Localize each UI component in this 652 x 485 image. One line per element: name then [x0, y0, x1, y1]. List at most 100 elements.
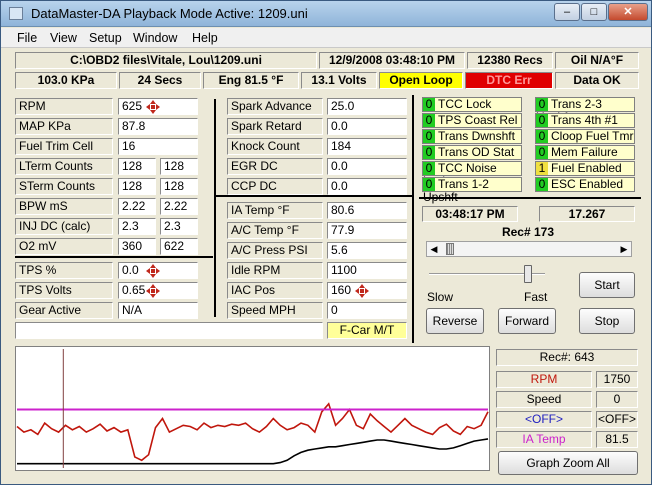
oil-temp: Oil N/A°F — [555, 52, 639, 69]
param-value-2: 128 — [160, 158, 198, 175]
scroll-thumb[interactable] — [446, 243, 455, 255]
menu-window[interactable]: Window — [133, 31, 177, 45]
app-icon — [9, 7, 23, 20]
graph-canvas — [16, 349, 489, 468]
rpm-series-line — [16, 402, 489, 462]
reverse-button[interactable]: Reverse — [426, 308, 484, 334]
param-value: 16 — [118, 138, 198, 155]
graph-channel-label[interactable]: IA Temp — [496, 431, 592, 448]
panel-divider — [412, 95, 414, 343]
panel-divider — [419, 197, 641, 199]
flag-label: TCC Lock — [438, 97, 492, 111]
menu-help[interactable]: Help — [192, 31, 218, 45]
scroll-right-arrow-icon[interactable]: ▶ — [617, 242, 631, 256]
title-bar[interactable]: DataMaster-DA Playback Mode Active: 1209… — [1, 1, 651, 27]
param-value: 128 — [118, 158, 156, 175]
graph-channel-label[interactable]: <OFF> — [496, 411, 592, 428]
adjust-arrows-icon[interactable] — [355, 284, 369, 298]
param-label: Knock Count — [227, 138, 323, 155]
graph-channel-value: <OFF> — [596, 411, 638, 428]
param-value: 0.0 — [327, 178, 407, 195]
secs-status: 24 Secs — [119, 72, 201, 89]
record-datetime: 12/9/2008 03:48:10 PM — [319, 52, 465, 69]
status-flag: 0 Trans 4th #1 — [535, 113, 635, 128]
param-value: 128 — [118, 178, 156, 195]
scroll-left-arrow-icon[interactable]: ◀ — [427, 242, 441, 256]
close-button[interactable]: ✕ — [608, 3, 648, 21]
flag-label: Fuel Enabled — [551, 161, 622, 175]
param-label: Speed MPH — [227, 302, 323, 319]
volts-status: 13.1 Volts — [301, 72, 377, 89]
flag-label: Cloop Fuel Tmr — [551, 129, 634, 143]
vehicle-type-label: F-Car M/T — [327, 322, 407, 339]
param-label: A/C Temp °F — [227, 222, 323, 239]
status-flag: 0 TCC Lock — [422, 97, 522, 112]
param-value: 0 — [327, 302, 407, 319]
status-flag: 0 Trans Dwnshft — [422, 129, 522, 144]
status-flag: 0 Cloop Fuel Tmr — [535, 129, 635, 144]
adjust-arrows-icon[interactable] — [146, 284, 160, 298]
flag-label: Mem Failure — [551, 145, 618, 159]
stop-button[interactable]: Stop — [579, 308, 635, 334]
param-value: 1100 — [327, 262, 407, 279]
notes-field[interactable] — [15, 322, 323, 339]
flag-label: TPS Coast Rel — [438, 113, 518, 127]
speed-slider-thumb[interactable] — [523, 265, 532, 283]
record-scrollbar[interactable]: ◀ ▶ — [426, 241, 632, 257]
graph-zoom-all-button[interactable]: Graph Zoom All — [498, 451, 638, 475]
param-value: 87.8 — [118, 118, 198, 135]
flag-label: Trans OD Stat — [438, 145, 515, 159]
dtc-status: DTC Err — [465, 72, 553, 89]
data-graph[interactable] — [15, 346, 490, 471]
flag-value: 0 — [536, 146, 548, 159]
param-value: 0.0 — [327, 158, 407, 175]
param-label: IAC Pos — [227, 282, 323, 299]
param-value: 2.22 — [118, 198, 156, 215]
start-button[interactable]: Start — [579, 272, 635, 298]
param-label: TPS Volts — [15, 282, 113, 299]
flag-value: 0 — [423, 146, 435, 159]
menu-setup[interactable]: Setup — [89, 31, 122, 45]
adjust-arrows-icon[interactable] — [146, 100, 160, 114]
status-flag: 0Trans 2-3 Upshft — [535, 97, 635, 124]
menu-view[interactable]: View — [50, 31, 77, 45]
window-title: DataMaster-DA Playback Mode Active: 1209… — [31, 6, 308, 21]
status-flag: 1 Fuel Enabled — [535, 161, 635, 176]
graph-channel-label[interactable]: RPM — [496, 371, 592, 388]
panel-divider — [216, 195, 412, 197]
loop-status: Open Loop — [379, 72, 463, 89]
maximize-button[interactable]: □ — [581, 3, 607, 21]
playback-time: 03:48:17 PM — [422, 206, 518, 222]
adjust-arrows-icon[interactable] — [146, 264, 160, 278]
param-label: MAP KPa — [15, 118, 113, 135]
status-flag: 0 TPS Coast Rel — [422, 113, 522, 128]
menu-bar: File View Setup Window Help — [1, 28, 651, 48]
param-label: STerm Counts — [15, 178, 113, 195]
graph-channel-label[interactable]: Speed — [496, 391, 592, 408]
param-label: Spark Retard — [227, 118, 323, 135]
graph-channel-value: 1750 — [596, 371, 638, 388]
flag-label: Trans 4th #1 — [551, 113, 618, 127]
param-value: N/A — [118, 302, 198, 319]
param-label: LTerm Counts — [15, 158, 113, 175]
fast-label: Fast — [524, 290, 548, 304]
param-value: 360 — [118, 238, 156, 255]
status-flag: 0TCC Noise Lock — [422, 161, 522, 188]
graph-channel-value: 81.5 — [596, 431, 638, 448]
param-label: INJ DC (calc) — [15, 218, 113, 235]
param-label: Gear Active — [15, 302, 113, 319]
flag-value: 0 — [423, 98, 435, 111]
status-flag: 0 Trans OD Stat — [422, 145, 522, 160]
param-label: Spark Advance — [227, 98, 323, 115]
param-label: O2 mV — [15, 238, 113, 255]
param-value-2: 2.3 — [160, 218, 198, 235]
playback-elapsed: 17.267 — [539, 206, 635, 222]
graph-channel-value: 0 — [596, 391, 638, 408]
param-value: 80.6 — [327, 202, 407, 219]
flag-label: ESC Enabled — [551, 177, 624, 191]
param-label: IA Temp °F — [227, 202, 323, 219]
speed-series-line — [17, 438, 489, 465]
menu-file[interactable]: File — [17, 31, 37, 45]
forward-button[interactable]: Forward — [498, 308, 556, 334]
minimize-button[interactable]: – — [554, 3, 580, 21]
